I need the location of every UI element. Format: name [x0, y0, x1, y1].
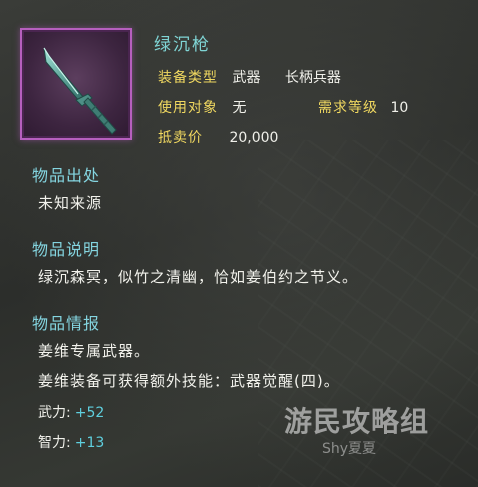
price-value: 20,000 [229, 130, 279, 146]
equip-type-value-2: 长柄兵器 [284, 70, 341, 86]
stat-strength-value: +52 [74, 405, 105, 421]
stat-strength-label: 武力: [38, 405, 71, 421]
item-name: 绿沉枪 [154, 35, 211, 55]
spear-icon [43, 47, 117, 135]
stat-intelligence-label: 智力: [38, 435, 71, 451]
price-label: 抵卖价 [158, 130, 203, 146]
user-value: 无 [232, 100, 247, 116]
item-tooltip-panel: 绿沉枪 装备类型 武器 长柄兵器 使用对象 无 需求等级 10 抵卖价 20,0… [0, 0, 478, 487]
level-value: 10 [390, 100, 409, 116]
origin-text: 未知来源 [38, 194, 103, 212]
equip-type-row: 装备类型 武器 长柄兵器 [158, 67, 341, 87]
watermark-main: 游民攻略组 [284, 405, 430, 438]
equip-type-label: 装备类型 [158, 70, 218, 86]
stat-intelligence-value: +13 [74, 435, 105, 451]
item-icon-frame[interactable] [20, 28, 132, 140]
description-heading: 物品说明 [32, 240, 101, 259]
price-row: 抵卖价 20,000 [158, 127, 278, 147]
origin-heading: 物品出处 [32, 166, 101, 185]
info-heading: 物品情报 [32, 314, 101, 333]
user-row: 使用对象 无 [158, 97, 246, 117]
equip-type-value-1: 武器 [232, 70, 261, 86]
user-label: 使用对象 [158, 100, 218, 116]
stat-intelligence: 智力: +13 [38, 432, 104, 452]
info-line-2: 姜维装备可获得额外技能：武器觉醒(四)。 [38, 372, 340, 390]
level-row: 需求等级 10 [318, 97, 408, 117]
stat-strength: 武力: +52 [38, 402, 104, 422]
watermark-sub: Shy夏夏 [322, 441, 377, 457]
description-text: 绿沉森冥，似竹之清幽，恰如姜伯约之节义。 [38, 268, 359, 286]
info-line-1: 姜维专属武器。 [38, 342, 151, 360]
level-label: 需求等级 [318, 100, 378, 116]
